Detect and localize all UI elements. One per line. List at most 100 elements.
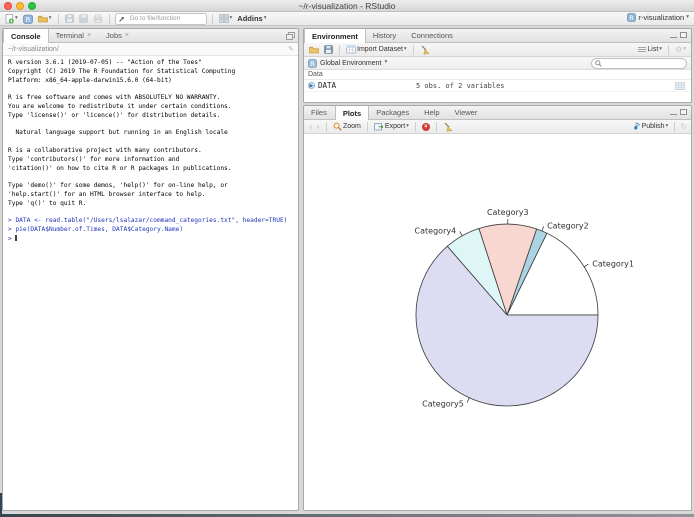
titlebar: ~/r-visualization - RStudio: [0, 0, 694, 12]
svg-text:R: R: [25, 16, 30, 24]
plot-area: Category1 Category2 Category3 Category4 Cate…: [304, 134, 691, 510]
tab-plots[interactable]: Plots: [334, 106, 370, 120]
import-dataset-button[interactable]: Import Dataset ▾: [345, 44, 408, 56]
expand-object-icon[interactable]: ▶: [308, 82, 315, 89]
minimize-pane-icon[interactable]: [670, 36, 677, 38]
tab-help[interactable]: Help: [417, 106, 447, 119]
console-line: Type 'demo()' for some demos, 'help()' f…: [8, 182, 228, 190]
view-table-button[interactable]: [675, 81, 685, 90]
toolbar-separator: [108, 13, 110, 24]
save-icon: [64, 14, 74, 23]
toolbar-separator: [366, 121, 368, 132]
tab-console[interactable]: Console: [3, 29, 49, 43]
svg-text:R: R: [630, 14, 635, 22]
zoom-plot-button[interactable]: Zoom: [332, 121, 362, 133]
save-button[interactable]: [64, 13, 75, 25]
close-icon[interactable]: ×: [87, 32, 91, 39]
tab-jobs[interactable]: Jobs ×: [99, 29, 137, 42]
console-line: R is free software and comes with ABSOLU…: [8, 94, 221, 102]
addins-label: Addins: [237, 14, 263, 23]
tab-label: Packages: [376, 108, 410, 117]
refresh-icon[interactable]: ↻: [680, 122, 687, 131]
goto-file-input[interactable]: [127, 14, 202, 23]
new-file-button[interactable]: ▾: [4, 13, 19, 25]
maximize-pane-icon[interactable]: [680, 32, 687, 38]
tab-viewer[interactable]: Viewer: [448, 106, 486, 119]
console-line: Natural language support but running in …: [8, 129, 228, 137]
console-line: Platform: x86_64-apple-darwin15.6.0 (64-…: [8, 76, 172, 84]
goto-search-icon: [118, 16, 124, 22]
console-line: > pie(DATA$Number.of.Times, DATA$Categor…: [8, 226, 184, 234]
tab-connections[interactable]: Connections: [404, 29, 461, 42]
folder-icon: [37, 15, 48, 22]
tab-files[interactable]: Files: [304, 106, 335, 119]
toolbar-separator: [211, 13, 213, 24]
tab-history[interactable]: History: [366, 29, 404, 42]
maximize-pane-icon[interactable]: [286, 32, 295, 40]
toolbar-separator: [339, 44, 340, 55]
goto-file-box[interactable]: [114, 12, 207, 25]
tab-label: Environment: [312, 31, 358, 41]
refresh-environment-button[interactable]: ⚙ ▾: [674, 44, 687, 56]
export-plot-button[interactable]: Export ▾: [373, 121, 410, 133]
console-output[interactable]: R version 3.6.1 (2019-07-05) -- "Action …: [3, 56, 298, 244]
new-project-button[interactable]: R: [22, 13, 34, 25]
previous-plot-button[interactable]: [308, 121, 313, 133]
publish-button[interactable]: Publish ▾: [631, 121, 670, 133]
object-summary: 5 obs. of 2 variables: [416, 81, 505, 90]
publish-icon: [633, 122, 640, 130]
close-icon[interactable]: ×: [125, 32, 129, 39]
console-tabbar: Console Terminal × Jobs ×: [3, 29, 298, 43]
pane-layout-button[interactable]: ▾: [218, 13, 234, 25]
environment-tabbar: Environment History Connections: [304, 29, 691, 43]
tab-packages[interactable]: Packages: [369, 106, 417, 119]
console-line: 'help.start()' for an HTML browser inter…: [8, 190, 206, 198]
zoom-label: Zoom: [343, 123, 361, 130]
console-line: R version 3.6.1 (2019-07-05) -- "Action …: [8, 59, 202, 66]
addins-button[interactable]: Addins ▾: [236, 13, 267, 25]
print-button[interactable]: [92, 13, 104, 25]
environment-search-input[interactable]: [604, 58, 682, 68]
tab-terminal[interactable]: Terminal ×: [49, 29, 99, 42]
tab-environment[interactable]: Environment: [304, 29, 366, 43]
chevron-down-icon: ▾: [384, 59, 388, 66]
r-global-env-icon: R: [308, 58, 317, 68]
clear-workspace-button[interactable]: [419, 44, 431, 56]
console-line: Type 'q()' to quit R.: [8, 199, 87, 207]
maximize-pane-icon[interactable]: [680, 109, 687, 115]
project-menu-button[interactable]: R r-visualization ▾: [627, 13, 689, 22]
toolbar-separator: [57, 13, 59, 24]
next-plot-button[interactable]: [316, 121, 321, 133]
tab-label: Viewer: [454, 108, 478, 117]
scope-selector[interactable]: Global Environment: [320, 60, 381, 67]
save-all-button[interactable]: [78, 13, 89, 25]
open-file-button[interactable]: ▾: [37, 13, 53, 25]
pie-label-tick: [459, 231, 463, 236]
pie-label-tick: [541, 226, 545, 232]
environment-search-box[interactable]: [591, 57, 687, 69]
pie-chart: Category1 Category2 Category3 Category4 Cate…: [415, 208, 634, 408]
save-workspace-button[interactable]: [323, 44, 334, 56]
window-title: ~/r-visualization - RStudio: [298, 1, 396, 11]
main-toolbar: ▾ R ▾ ▾ Addins ▾: [0, 12, 694, 26]
rstudio-window: ~/r-visualization - RStudio ▾ R ▾ Go to …: [0, 0, 694, 517]
tab-label: Plots: [342, 108, 362, 118]
console-panel: Console Terminal × Jobs × ~/r-visualizat…: [2, 28, 299, 511]
chevron-down-icon: ▾: [665, 122, 669, 129]
environment-object-row[interactable]: ▶ DATA 5 obs. of 2 variables: [304, 80, 691, 92]
chevron-down-icon: ▾: [683, 45, 686, 52]
list-view-button[interactable]: List ▾: [637, 44, 663, 56]
minimize-pane-icon[interactable]: [670, 113, 677, 115]
clear-plots-button[interactable]: [442, 121, 454, 133]
remove-plot-button[interactable]: ×: [421, 121, 431, 133]
load-workspace-button[interactable]: [308, 44, 320, 56]
pencil-icon[interactable]: ✎: [288, 45, 294, 53]
environment-object-list: Data ▶ DATA 5 obs. of 2 variables: [304, 70, 691, 92]
r-project-icon: R: [627, 13, 637, 22]
console-line: Copyright (C) 2019 The R Foundation for …: [8, 67, 236, 75]
console-line: >: [8, 234, 18, 243]
